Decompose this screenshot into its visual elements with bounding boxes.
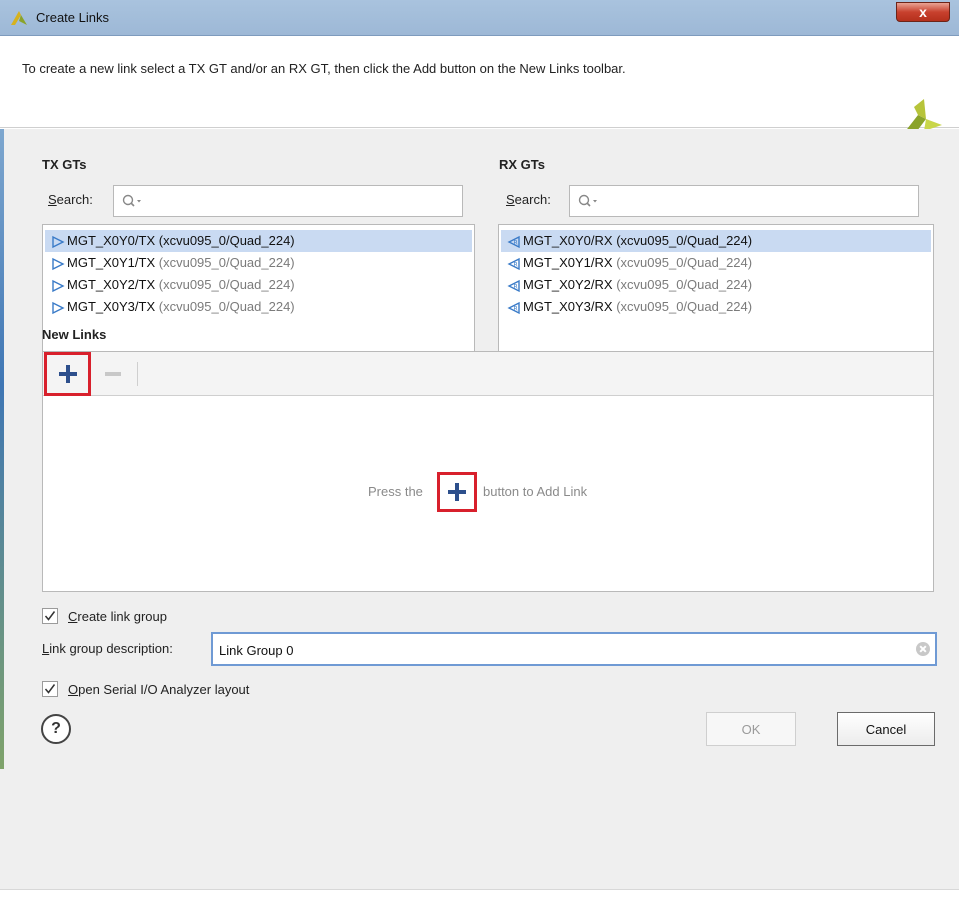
rx-gt-location: (xcvu095_0/Quad_224)	[616, 255, 753, 270]
tx-gt-item[interactable]: MGT_X0Y2/TX (xcvu095_0/Quad_224)	[45, 274, 472, 296]
rx-gt-item[interactable]: R MGT_X0Y3/RX (xcvu095_0/Quad_224)	[501, 296, 931, 318]
tx-gt-location: (xcvu095_0/Quad_224)	[158, 233, 295, 248]
tx-search-label: Search:	[48, 192, 93, 207]
ok-button[interactable]: OK	[706, 712, 796, 746]
window-title: Create Links	[36, 10, 109, 25]
rx-gt-name: MGT_X0Y0/RX	[523, 233, 613, 248]
create-link-group-label: Create link group	[68, 609, 167, 624]
new-links-toolbar	[43, 352, 933, 396]
rx-section-title: RX GTs	[499, 157, 545, 172]
rx-gt-icon: R	[507, 235, 520, 248]
title-bar[interactable]: Create Links x	[0, 0, 959, 36]
hint-plus-icon	[437, 472, 477, 512]
checkmark-icon	[44, 684, 56, 694]
rx-gt-name: MGT_X0Y2/RX	[523, 277, 613, 292]
tx-gt-icon	[52, 301, 65, 314]
window-bottom-edge	[0, 889, 959, 902]
tx-gt-icon	[52, 235, 65, 248]
tx-gt-item[interactable]: MGT_X0Y1/TX (xcvu095_0/Quad_224)	[45, 252, 472, 274]
checkbox-box[interactable]	[42, 608, 58, 624]
new-links-panel: Press the button to Add Link	[42, 351, 934, 592]
rx-gt-location: (xcvu095_0/Quad_224)	[616, 233, 753, 248]
svg-text:R: R	[514, 283, 518, 290]
checkmark-icon	[44, 611, 56, 621]
close-button[interactable]: x	[896, 2, 950, 22]
rx-gt-icon: R	[507, 279, 520, 292]
tx-gt-name: MGT_X0Y3/TX	[67, 299, 156, 314]
svg-text:R: R	[514, 261, 518, 268]
tx-search-input[interactable]	[148, 191, 454, 211]
rx-search-mnemonic: S	[506, 192, 515, 207]
tx-gt-icon	[52, 279, 65, 292]
rx-gt-location: (xcvu095_0/Quad_224)	[616, 277, 753, 292]
tx-section-title: TX GTs	[42, 157, 87, 172]
hint-text-before: Press the	[368, 484, 423, 499]
svg-text:R: R	[514, 305, 518, 312]
tx-gt-location: (xcvu095_0/Quad_224)	[158, 299, 295, 314]
tx-gt-name: MGT_X0Y2/TX	[67, 277, 156, 292]
instruction-text: To create a new link select a TX GT and/…	[22, 61, 626, 76]
create-link-group-checkbox[interactable]: Create link group	[42, 606, 167, 626]
cancel-button[interactable]: Cancel	[837, 712, 935, 746]
rx-gt-item[interactable]: R MGT_X0Y0/RX (xcvu095_0/Quad_224)	[501, 230, 931, 252]
tx-search-label-text: earch:	[56, 192, 93, 207]
instruction-banner: To create a new link select a TX GT and/…	[0, 36, 959, 135]
tx-search-mnemonic: S	[48, 192, 57, 207]
clear-icon[interactable]	[916, 642, 930, 656]
window-edge	[0, 129, 4, 769]
rx-search-label-text: earch:	[514, 192, 551, 207]
open-layout-checkbox[interactable]: Open Serial I/O Analyzer layout	[42, 679, 249, 699]
add-link-button[interactable]	[44, 352, 91, 396]
plus-icon	[448, 483, 466, 501]
create-group-text: reate link group	[77, 608, 168, 624]
tx-gt-icon	[52, 257, 65, 270]
tx-gt-name: MGT_X0Y0/TX	[67, 233, 156, 248]
tx-gt-name: MGT_X0Y1/TX	[67, 255, 156, 270]
plus-icon	[59, 365, 77, 383]
tx-gt-location: (xcvu095_0/Quad_224)	[158, 277, 295, 292]
link-group-description-label: Link group description:	[42, 641, 173, 656]
tx-gt-item[interactable]: MGT_X0Y3/TX (xcvu095_0/Quad_224)	[45, 296, 472, 318]
rx-gt-location: (xcvu095_0/Quad_224)	[616, 299, 753, 314]
tx-search-box[interactable]	[113, 185, 463, 217]
rx-gt-item[interactable]: R MGT_X0Y1/RX (xcvu095_0/Quad_224)	[501, 252, 931, 274]
desc-label-text: ink group description:	[49, 641, 173, 656]
open-layout-mnemonic: O	[68, 681, 79, 697]
rx-search-label: Search:	[506, 192, 551, 207]
search-icon	[578, 194, 597, 207]
help-button[interactable]: ?	[41, 714, 71, 744]
rx-search-box[interactable]	[569, 185, 919, 217]
svg-text:R: R	[514, 239, 518, 246]
tx-gt-location: (xcvu095_0/Quad_224)	[158, 255, 295, 270]
new-links-title: New Links	[42, 327, 107, 342]
rx-gt-icon: R	[507, 257, 520, 270]
remove-link-button[interactable]	[105, 372, 121, 376]
empty-links-hint: Press the button to Add Link	[43, 396, 933, 591]
rx-gt-name: MGT_X0Y1/RX	[523, 255, 613, 270]
link-group-description-field[interactable]	[211, 632, 937, 666]
rx-gt-name: MGT_X0Y3/RX	[523, 299, 613, 314]
search-icon	[122, 194, 141, 207]
open-layout-text: pen Serial I/O Analyzer layout	[78, 681, 250, 697]
tx-gt-item[interactable]: MGT_X0Y0/TX (xcvu095_0/Quad_224)	[45, 230, 472, 252]
rx-gt-icon: R	[507, 301, 520, 314]
app-logo-icon	[11, 11, 27, 25]
rx-gt-item[interactable]: R MGT_X0Y2/RX (xcvu095_0/Quad_224)	[501, 274, 931, 296]
checkbox-box[interactable]	[42, 681, 58, 697]
hint-text-after: button to Add Link	[483, 484, 588, 499]
rx-search-input[interactable]	[604, 191, 910, 211]
open-layout-label: Open Serial I/O Analyzer layout	[68, 682, 249, 697]
create-group-mnemonic: C	[68, 608, 78, 624]
toolbar-separator	[137, 362, 138, 386]
link-group-description-input[interactable]	[219, 640, 899, 660]
